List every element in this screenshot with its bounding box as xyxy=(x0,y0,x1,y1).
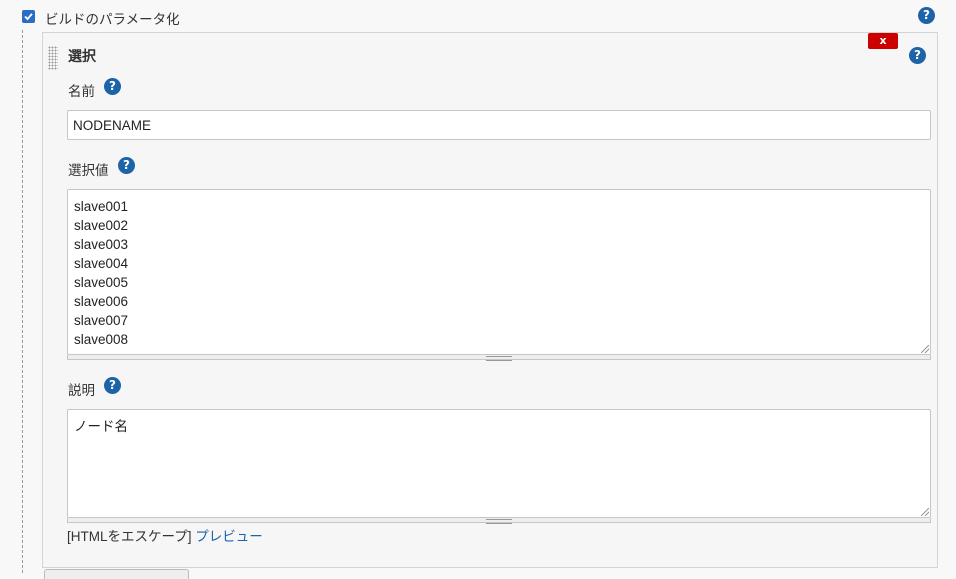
delete-parameter-button[interactable]: x xyxy=(868,33,898,49)
html-escape-note: [HTMLをエスケープ] プレビュー xyxy=(67,525,263,545)
choices-textarea[interactable]: slave001 slave002 slave003 slave004 slav… xyxy=(67,189,931,355)
drag-handle-icon[interactable] xyxy=(48,46,58,70)
description-label: 説明 xyxy=(68,383,95,398)
choices-label: 選択値 xyxy=(68,163,109,178)
html-escape-text: [HTMLをエスケープ] xyxy=(67,529,192,544)
add-parameter-button[interactable] xyxy=(44,569,189,579)
help-icon[interactable]: ? xyxy=(104,377,121,394)
name-input-value: NODENAME xyxy=(73,118,152,133)
help-icon[interactable]: ? xyxy=(118,157,135,174)
parameterize-label: ビルドのパラメータ化 xyxy=(45,12,180,27)
preview-link[interactable]: プレビュー xyxy=(195,529,263,544)
textarea-expand-bar[interactable] xyxy=(67,355,931,361)
name-label: 名前 xyxy=(68,84,95,99)
textarea-expand-bar[interactable] xyxy=(67,518,931,524)
description-textarea[interactable]: ノード名 xyxy=(67,409,931,518)
name-input[interactable]: NODENAME xyxy=(67,110,931,140)
checkmark-icon xyxy=(24,13,33,21)
grab-lines-icon xyxy=(486,356,512,361)
help-icon[interactable]: ? xyxy=(918,7,935,24)
card-title: 選択 xyxy=(68,48,96,64)
resize-handle-icon[interactable] xyxy=(921,508,929,516)
help-icon[interactable]: ? xyxy=(104,78,121,95)
resize-handle-icon[interactable] xyxy=(921,345,929,353)
choices-textarea-value: slave001 slave002 slave003 slave004 slav… xyxy=(74,199,129,347)
parameterize-row: ビルドのパラメータ化 ? xyxy=(0,0,956,32)
grab-lines-icon xyxy=(486,519,512,524)
help-icon[interactable]: ? xyxy=(909,47,926,64)
description-textarea-value: ノード名 xyxy=(74,419,128,434)
parameterize-checkbox[interactable] xyxy=(22,10,35,23)
nesting-guide-line xyxy=(22,30,23,573)
